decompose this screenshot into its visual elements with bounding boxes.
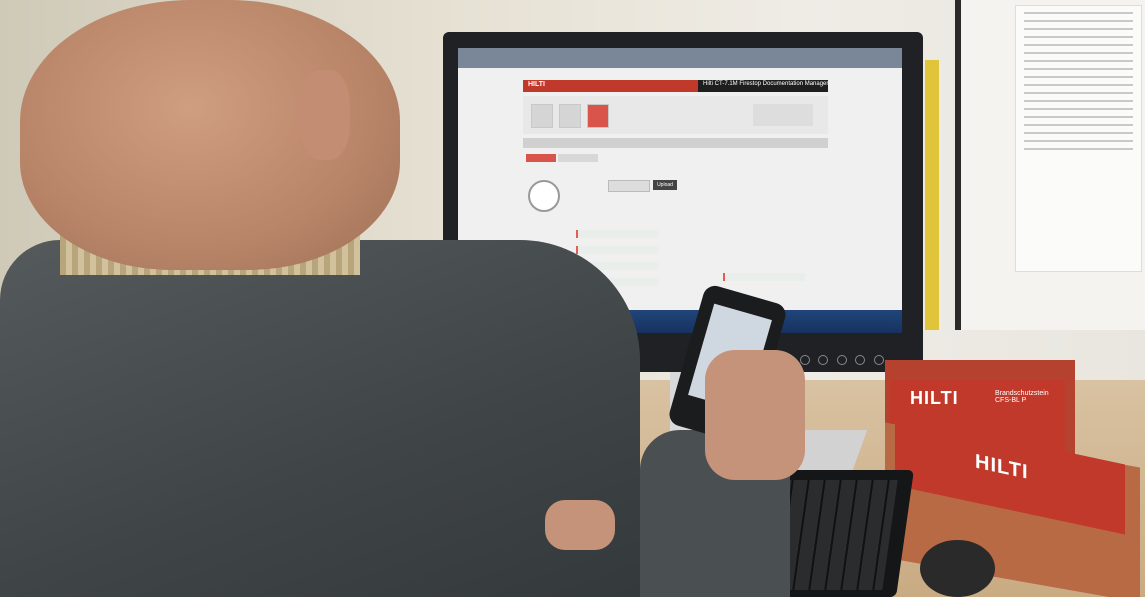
form-field-1[interactable]	[576, 230, 658, 238]
power-button-icon[interactable]	[873, 355, 884, 365]
header-panel	[523, 96, 828, 134]
typing-hand	[545, 500, 615, 550]
upload-button[interactable]: Upload	[653, 180, 677, 190]
monitor-buttons	[800, 352, 895, 365]
yellow-pole	[925, 60, 939, 330]
hilti-logo: HILTI	[528, 81, 545, 88]
box2-brand-text: HILTI	[975, 450, 1029, 484]
computer-mouse[interactable]	[920, 540, 995, 597]
box-product-text: Brandschutzstein CFS-BL P	[995, 390, 1049, 404]
hand-holding-phone	[705, 350, 805, 480]
language-select[interactable]	[723, 273, 805, 281]
form-field-2[interactable]	[576, 246, 658, 254]
person-jacket	[0, 240, 640, 597]
company-icon[interactable]	[587, 104, 609, 128]
user-icon[interactable]	[559, 104, 581, 128]
choose-file-button[interactable]	[608, 180, 650, 192]
browser-bar	[458, 48, 902, 68]
tab-active[interactable]	[526, 154, 556, 162]
section-band	[523, 138, 828, 148]
tab-inactive[interactable]	[558, 154, 598, 162]
monitor-button-icon[interactable]	[836, 355, 847, 365]
box-brand-text: HILTI	[910, 388, 959, 408]
office-photo: HILTI Hilti CT-7.1M Firestop Documentati…	[0, 0, 1145, 597]
pinned-document	[1015, 5, 1142, 272]
monitor-button-icon[interactable]	[800, 355, 810, 365]
building-icon[interactable]	[531, 104, 553, 128]
app-title: Hilti CT-7.1M Firestop Documentation Man…	[703, 81, 829, 87]
company-logo-seal	[528, 180, 560, 212]
product-thumbnail	[753, 104, 813, 126]
ear	[300, 70, 350, 160]
